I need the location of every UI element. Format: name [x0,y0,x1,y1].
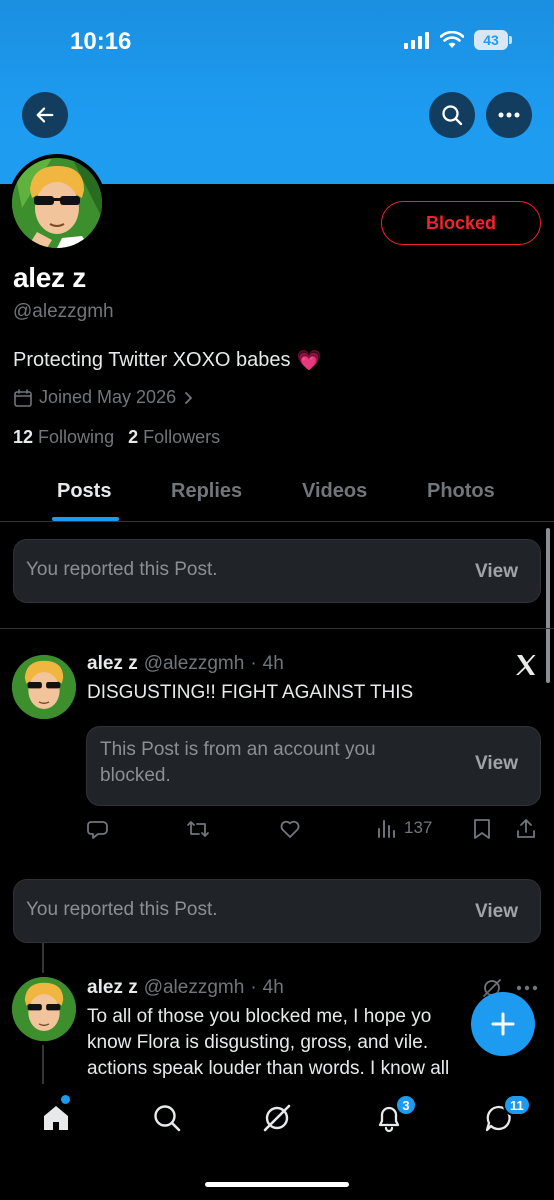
scrollbar[interactable] [546,528,550,683]
following-link[interactable]: 12 Following [13,427,114,448]
views-chart-icon [378,820,395,838]
search-icon [154,1105,181,1132]
back-button[interactable] [22,92,68,138]
profile-handle: @alezzgmh [13,301,114,322]
post-time: 4h [262,653,284,674]
views-count: 137 [404,818,433,837]
chevron-right-icon [185,391,193,404]
like-button[interactable] [278,817,302,841]
post-text: DISGUSTING!! FIGHT AGAINST THIS [87,682,414,703]
thread-connector [42,1045,44,1085]
post-text-line: actions speak louder than words. I know … [87,1058,450,1079]
profile-tabs: Posts Replies Videos Photos [0,470,554,522]
reported-post-notice: You reported this Post. View [13,539,541,603]
view-reported-post-button[interactable]: View [475,561,518,583]
post-text-line: know Flora is disgusting, gross, and vil… [87,1032,429,1053]
bookmark-button[interactable] [471,817,493,841]
bookmark-icon [474,819,490,839]
joined-text: Joined May 2026 [39,387,177,407]
reply-icon [87,821,108,839]
compose-post-button[interactable] [471,992,535,1056]
wifi-icon [440,31,464,48]
search-icon [442,105,463,126]
avatar-cartoon-icon [12,977,76,1041]
reply-button[interactable] [86,817,110,841]
post-separator: · [250,977,257,998]
search-button[interactable] [429,92,475,138]
nav-home[interactable] [36,1098,76,1138]
blocked-quote-card: This Post is from an account you blocked… [86,726,541,806]
reported-notice-text: You reported this Post. [26,899,218,920]
bio-text: Protecting Twitter XOXO babes [13,349,291,371]
arrow-left-icon [36,107,54,123]
messages-badge: 11 [503,1094,531,1116]
grok-icon [263,1104,291,1132]
tab-posts[interactable]: Posts [57,480,111,503]
plus-icon [491,1012,515,1036]
post-text-line: To all of those you blocked me, I hope y… [87,1006,432,1027]
cellular-signal-icon [404,32,429,49]
post-avatar[interactable] [12,977,76,1041]
post-author-name[interactable]: alez z [87,653,138,675]
status-time: 10:16 [70,28,132,55]
profile-bio: Protecting Twitter XOXO babes 💗 [13,348,321,373]
joined-date[interactable]: Joined May 2026 [13,387,194,408]
feed-divider [0,628,554,629]
repost-icon [187,821,209,837]
post-avatar[interactable] [12,655,76,719]
tab-replies[interactable]: Replies [171,480,242,503]
reported-post-notice: You reported this Post. View [13,879,541,943]
post-text: To all of those you blocked me, I hope y… [87,1004,449,1082]
following-count: 12 [13,427,34,447]
reported-notice-text: You reported this Post. [26,559,218,580]
avatar-cartoon-icon [12,655,76,719]
active-tab-indicator [52,517,119,521]
view-reported-post-button[interactable]: View [475,901,518,923]
calendar-icon [14,388,32,407]
thread-connector [42,943,44,973]
post-header: alez z @alezzgmh · 4h [87,977,284,999]
blocked-quote-text: This Post is from an account you blocked… [100,739,376,786]
follow-stats: 12 Following 2 Followers [13,427,220,448]
following-label: Following [38,427,115,447]
status-icons: 43 [404,30,512,50]
post-separator: · [250,653,257,674]
notifications-badge: 3 [395,1094,417,1116]
home-icon [44,1106,68,1130]
post-time: 4h [262,977,284,998]
home-indicator-bar [205,1182,349,1187]
followers-count: 2 [128,427,139,447]
post-header: alez z @alezzgmh · 4h [87,653,284,675]
followers-link[interactable]: 2 Followers [128,427,220,448]
more-horizontal-icon [498,112,520,118]
profile-avatar[interactable] [8,154,106,252]
post-actions: 137 [86,817,546,845]
nav-grok[interactable] [257,1098,297,1138]
heart-icon [280,820,300,838]
tab-videos[interactable]: Videos [302,480,367,503]
view-blocked-post-button[interactable]: View [475,753,518,775]
more-horizontal-icon[interactable] [516,985,538,991]
post-author-name[interactable]: alez z [87,977,138,999]
tab-photos[interactable]: Photos [427,480,495,503]
battery-indicator: 43 [474,30,512,50]
home-new-indicator [61,1095,70,1104]
followers-label: Followers [143,427,221,447]
heart-emoji: 💗 [296,350,322,372]
profile-name: alez z [13,262,86,293]
avatar-cartoon-icon [12,158,102,248]
repost-button[interactable] [185,817,211,841]
views-button[interactable]: 137 [376,817,432,839]
share-button[interactable] [514,817,538,841]
post-author-handle[interactable]: @alezzgmh [144,653,245,675]
nav-search[interactable] [147,1098,187,1138]
blocked-button[interactable]: Blocked [381,201,541,245]
post-author-handle[interactable]: @alezzgmh [144,977,245,999]
share-icon [517,819,535,838]
more-button[interactable] [486,92,532,138]
x-logo-icon [516,655,536,675]
